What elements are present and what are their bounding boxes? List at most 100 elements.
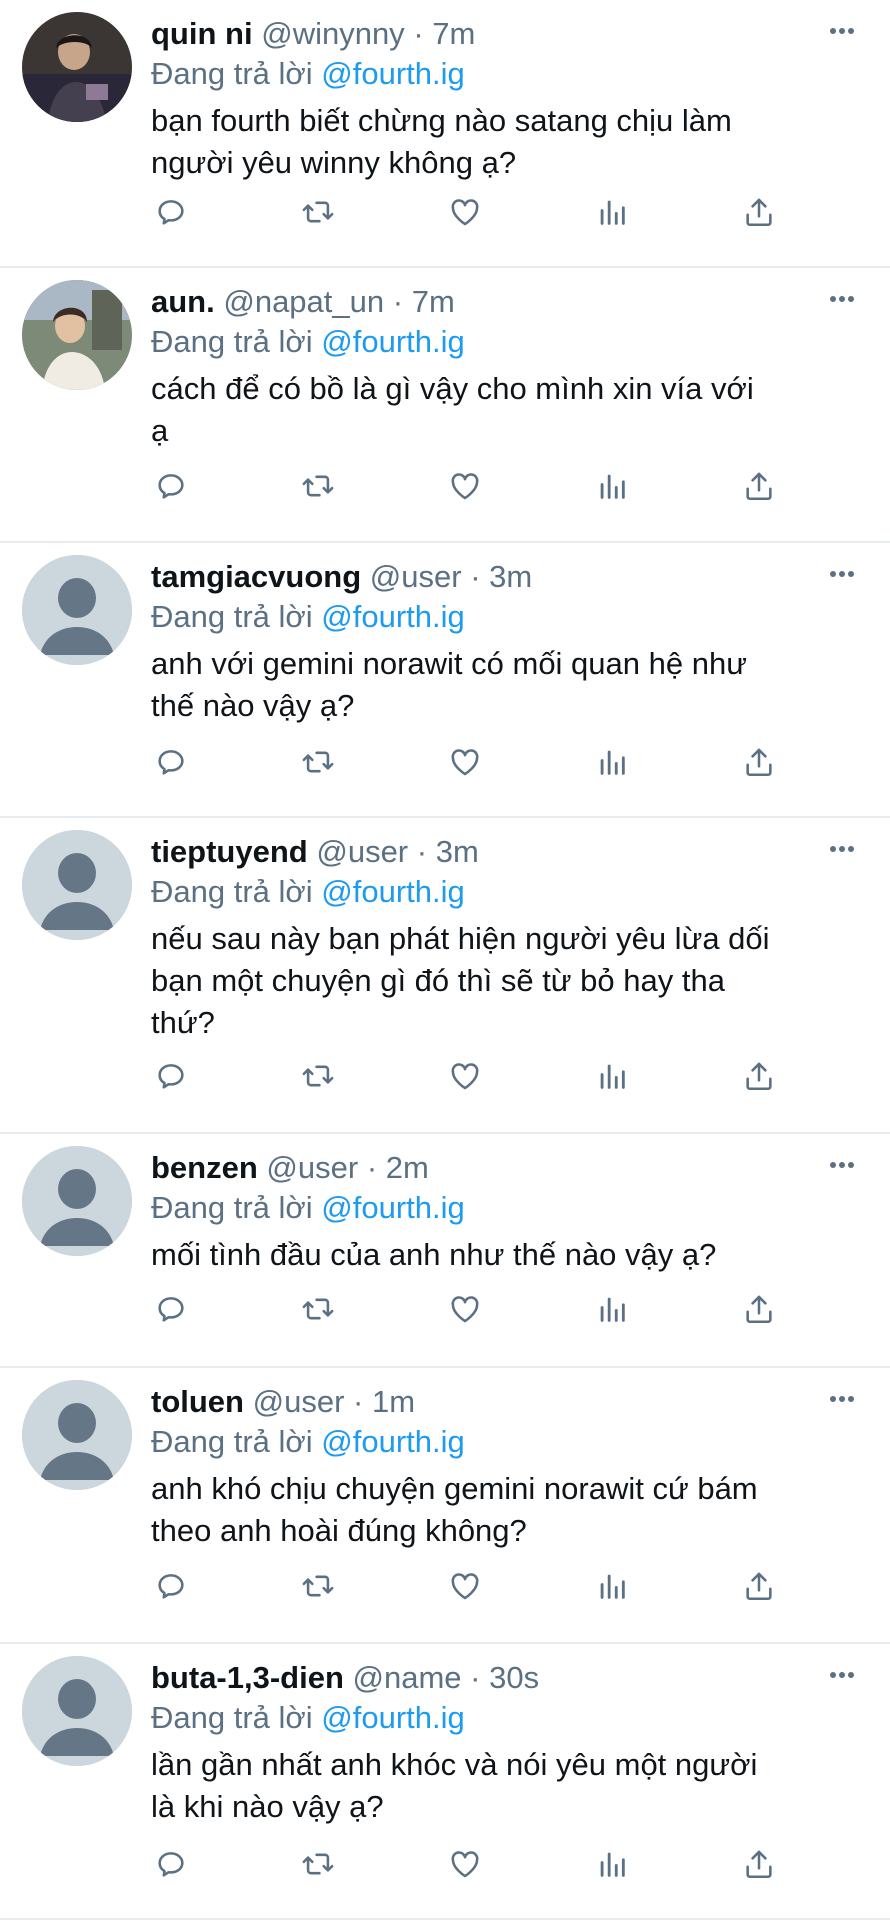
replying-to: Đang trả lời @fourth.ig (151, 1422, 465, 1462)
mention-link[interactable]: @fourth.ig (321, 599, 464, 634)
analytics-icon[interactable] (592, 1844, 632, 1884)
username[interactable]: @name (353, 1660, 462, 1695)
tweet-reply[interactable]: benzen @user · 2m Đang trả lời @fourth.ig… (0, 1134, 890, 1368)
reply-icon[interactable] (151, 466, 191, 506)
tweet-reply[interactable]: aun. @napat_un · 7m Đang trả lời @fourth.… (0, 268, 890, 543)
reply-icon[interactable] (151, 1844, 191, 1884)
reply-icon[interactable] (151, 1289, 191, 1329)
replying-label: Đang trả lời (151, 874, 313, 909)
more-options-icon[interactable] (822, 14, 862, 48)
tweet-reply[interactable]: quin ni @winynny · 7m Đang trả lời @fourt… (0, 0, 890, 268)
retweet-icon[interactable] (298, 1289, 338, 1329)
username[interactable]: @user (316, 834, 408, 869)
like-icon[interactable] (445, 1056, 485, 1096)
avatar[interactable] (22, 1380, 132, 1490)
retweet-icon[interactable] (298, 1844, 338, 1884)
like-icon[interactable] (445, 1566, 485, 1606)
replying-to: Đang trả lời @fourth.ig (151, 1188, 465, 1228)
tweet-reply[interactable]: buta-1,3-dien @name · 30s Đang trả lời @f… (0, 1644, 890, 1920)
like-icon[interactable] (445, 192, 485, 232)
mention-link[interactable]: @fourth.ig (321, 874, 464, 909)
more-options-icon[interactable] (822, 1148, 862, 1182)
tweet-text-line: theo anh hoài đúng không? (151, 1513, 527, 1548)
mention-link[interactable]: @fourth.ig (321, 324, 464, 359)
analytics-icon[interactable] (592, 742, 632, 782)
replying-label: Đang trả lời (151, 56, 313, 91)
avatar[interactable] (22, 830, 132, 940)
avatar[interactable] (22, 12, 132, 122)
tweet-text-line: lần gần nhất anh khóc và nói yêu một ngư… (151, 1747, 758, 1782)
reply-icon[interactable] (151, 1056, 191, 1096)
mention-link[interactable]: @fourth.ig (321, 56, 464, 91)
analytics-icon[interactable] (592, 192, 632, 232)
retweet-icon[interactable] (298, 192, 338, 232)
username[interactable]: @user (266, 1150, 358, 1185)
username[interactable]: @user (253, 1384, 345, 1419)
mention-link[interactable]: @fourth.ig (321, 1190, 464, 1225)
separator-dot: · (392, 284, 404, 319)
more-options-icon[interactable] (822, 832, 862, 866)
tweet-actions (151, 466, 811, 506)
timestamp[interactable]: 3m (489, 559, 532, 594)
more-options-icon[interactable] (822, 1658, 862, 1692)
analytics-icon[interactable] (592, 466, 632, 506)
reply-icon[interactable] (151, 192, 191, 232)
share-icon[interactable] (739, 1566, 779, 1606)
share-icon[interactable] (739, 466, 779, 506)
tweet-reply[interactable]: toluen @user · 1m Đang trả lời @fourth.ig… (0, 1368, 890, 1644)
username[interactable]: @user (370, 559, 462, 594)
avatar[interactable] (22, 280, 132, 390)
separator-dot: · (470, 559, 481, 594)
display-name[interactable]: aun. (151, 284, 215, 319)
replying-to: Đang trả lời @fourth.ig (151, 54, 465, 94)
timestamp[interactable]: 3m (436, 834, 479, 869)
username[interactable]: @winynny (261, 16, 404, 51)
like-icon[interactable] (445, 742, 485, 782)
timestamp[interactable]: 7m (412, 284, 455, 319)
tweet-reply[interactable]: tieptuyend @user · 3m Đang trả lời @fourt… (0, 818, 890, 1134)
display-name[interactable]: benzen (151, 1150, 258, 1185)
like-icon[interactable] (445, 1289, 485, 1329)
tweet-reply[interactable]: tamgiacvuong @user · 3m Đang trả lời @fou… (0, 543, 890, 818)
tweet-actions (151, 1844, 811, 1884)
retweet-icon[interactable] (298, 1566, 338, 1606)
username[interactable]: @napat_un (223, 284, 384, 319)
display-name[interactable]: buta-1,3-dien (151, 1660, 344, 1695)
display-name[interactable]: tieptuyend (151, 834, 308, 869)
tweet-header: tieptuyend @user · 3m (151, 832, 820, 872)
tweet-text-line: ạ (151, 413, 169, 448)
like-icon[interactable] (445, 466, 485, 506)
avatar[interactable] (22, 1656, 132, 1766)
timestamp[interactable]: 1m (372, 1384, 415, 1419)
retweet-icon[interactable] (298, 742, 338, 782)
more-options-icon[interactable] (822, 557, 862, 591)
analytics-icon[interactable] (592, 1566, 632, 1606)
mention-link[interactable]: @fourth.ig (321, 1424, 464, 1459)
analytics-icon[interactable] (592, 1289, 632, 1329)
replying-to: Đang trả lời @fourth.ig (151, 322, 465, 362)
more-options-icon[interactable] (822, 1382, 862, 1416)
display-name[interactable]: tamgiacvuong (151, 559, 361, 594)
reply-icon[interactable] (151, 742, 191, 782)
analytics-icon[interactable] (592, 1056, 632, 1096)
retweet-icon[interactable] (298, 1056, 338, 1096)
tweet-text-line: người yêu winny không ạ? (151, 145, 517, 180)
display-name[interactable]: toluen (151, 1384, 244, 1419)
mention-link[interactable]: @fourth.ig (321, 1700, 464, 1735)
share-icon[interactable] (739, 1844, 779, 1884)
like-icon[interactable] (445, 1844, 485, 1884)
tweet-actions (151, 1289, 811, 1329)
timestamp[interactable]: 7m (432, 16, 475, 51)
avatar[interactable] (22, 1146, 132, 1256)
timestamp[interactable]: 30s (489, 1660, 539, 1695)
display-name[interactable]: quin ni (151, 16, 253, 51)
share-icon[interactable] (739, 742, 779, 782)
timestamp[interactable]: 2m (386, 1150, 429, 1185)
reply-icon[interactable] (151, 1566, 191, 1606)
share-icon[interactable] (739, 1289, 779, 1329)
more-options-icon[interactable] (822, 282, 862, 316)
retweet-icon[interactable] (298, 466, 338, 506)
avatar[interactable] (22, 555, 132, 665)
share-icon[interactable] (739, 192, 779, 232)
share-icon[interactable] (739, 1056, 779, 1096)
